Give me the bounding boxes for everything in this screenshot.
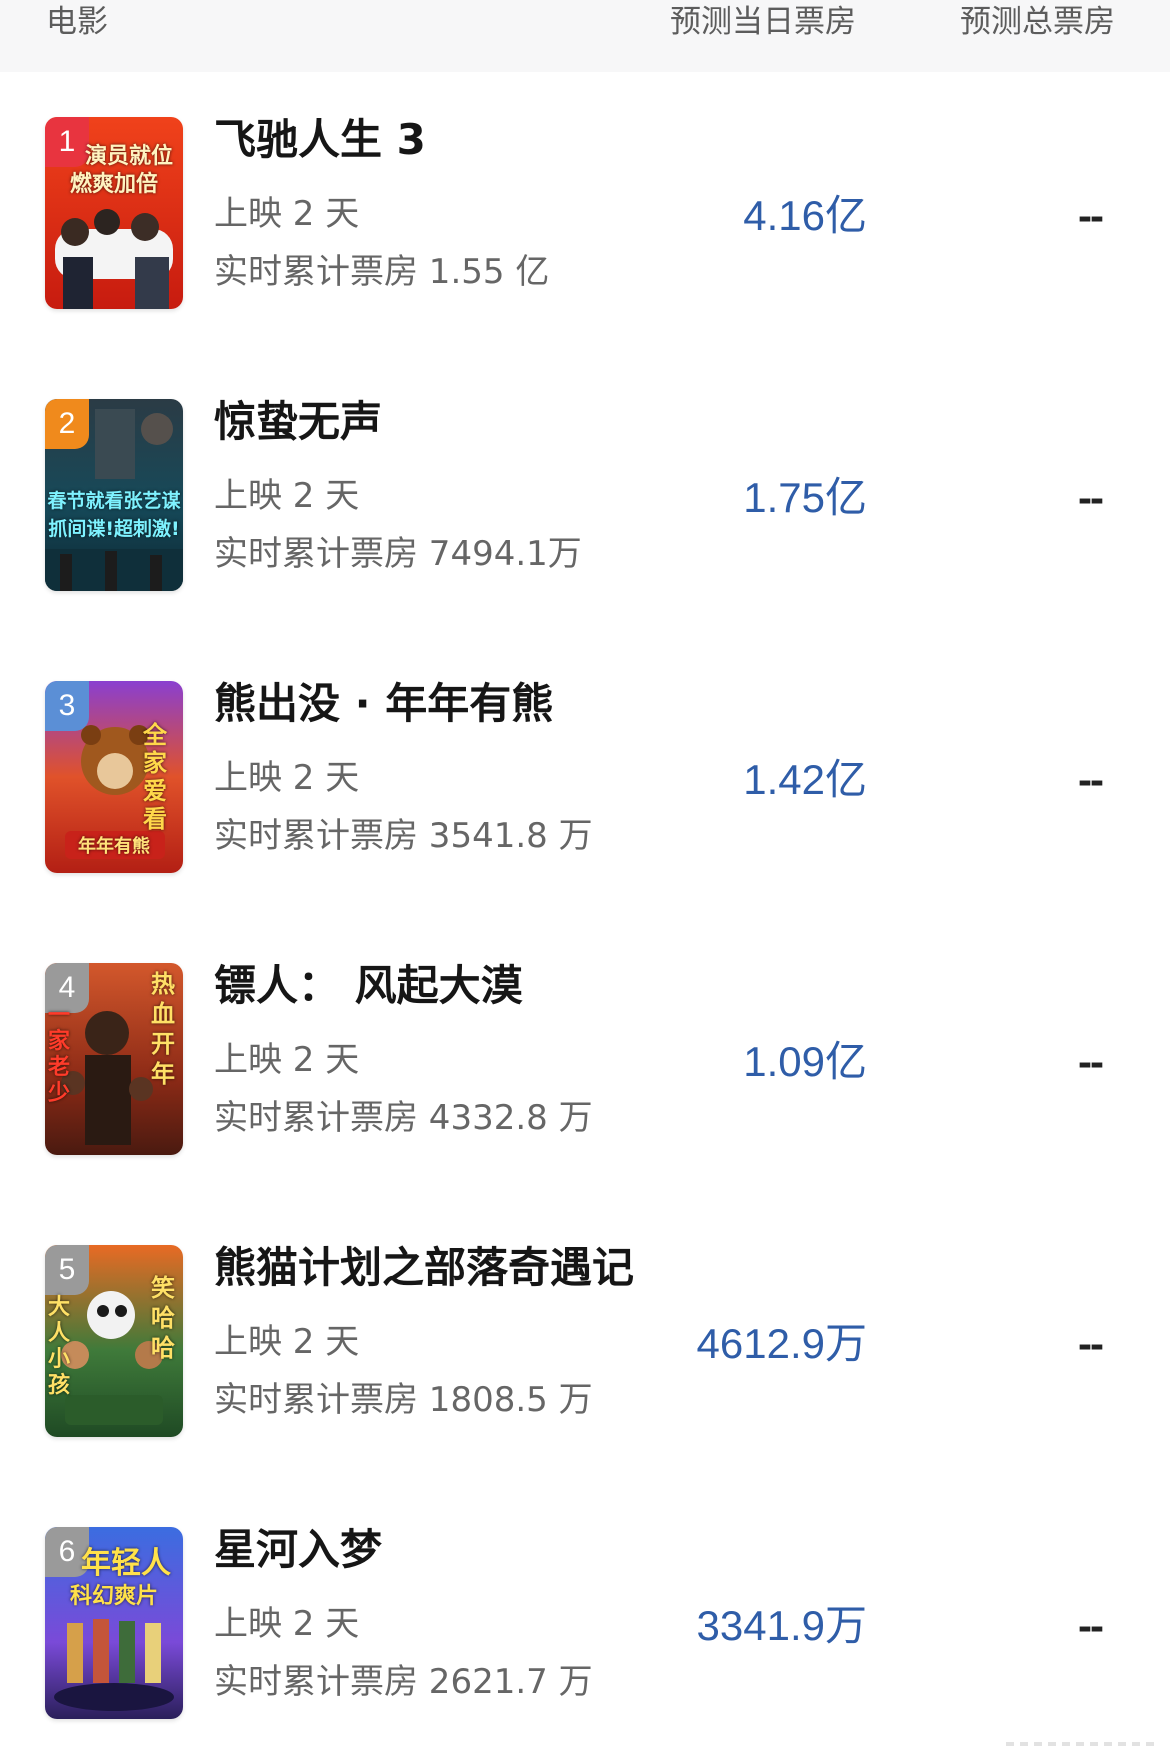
release-days: 上映 2 天	[214, 194, 360, 234]
rank-badge: 2	[45, 399, 89, 449]
cumulative-box-office: 实时累计票房 7494.1万	[214, 534, 582, 574]
table-header: 电影 预测当日票房 预测总票房	[0, 0, 1170, 72]
release-days: 上映 2 天	[214, 1604, 360, 1644]
today-forecast-value: 4612.9万	[696, 1320, 867, 1367]
release-days: 上映 2 天	[214, 1040, 360, 1080]
total-forecast-value: --	[1078, 1038, 1104, 1085]
release-days: 上映 2 天	[214, 476, 360, 516]
release-days: 上映 2 天	[214, 758, 360, 798]
today-forecast-value: 1.42亿	[743, 756, 867, 803]
rank-number: 2	[58, 407, 76, 440]
movie-row[interactable]: 4 热血开年 一家老少 镖人： 风起大漠 上映 2 天 实时累计票房 4332.…	[0, 918, 1170, 1200]
poster-tagline: 年年有熊	[78, 836, 150, 857]
today-forecast-value: 4.16亿	[743, 192, 867, 239]
column-header-total-forecast[interactable]: 预测总票房	[960, 0, 1115, 44]
rank-badge: 5	[45, 1245, 89, 1295]
release-days: 上映 2 天	[214, 1322, 360, 1362]
movie-title[interactable]: 飞驰人生 3	[214, 112, 426, 168]
total-forecast-value: --	[1078, 1320, 1104, 1367]
today-forecast-value: 3341.9万	[696, 1602, 867, 1649]
poster-tagline: 科幻爽片	[69, 1584, 158, 1609]
rank-number: 4	[58, 971, 76, 1004]
movie-row[interactable]: 2 春节就看张艺谋 抓间谍!超刺激! 惊蛰无声 上映 2 天 实时累计票房 74…	[0, 354, 1170, 636]
movie-title[interactable]: 星河入梦	[214, 1522, 382, 1578]
movie-poster[interactable]: 6 年轻人 科幻爽片	[45, 1527, 183, 1719]
movie-poster[interactable]: 4 热血开年 一家老少	[45, 963, 183, 1155]
poster-tagline: 笑哈哈	[151, 1274, 175, 1362]
movie-poster[interactable]: 2 春节就看张艺谋 抓间谍!超刺激!	[45, 399, 183, 591]
cumulative-box-office: 实时累计票房 1808.5 万	[214, 1380, 593, 1420]
movie-row[interactable]: 1 演员就位 燃爽加倍 飞驰人生 3 上映 2 天 实时累计票房 1.55 亿 …	[0, 72, 1170, 354]
poster-tagline: 燃爽加倍	[69, 172, 158, 197]
today-forecast-value: 1.09亿	[743, 1038, 867, 1085]
movie-title[interactable]: 熊出没 · 年年有熊	[214, 676, 553, 732]
poster-tagline: 大人小孩	[47, 1295, 70, 1398]
total-forecast-value: --	[1078, 192, 1104, 239]
movie-row[interactable]: 3 全家爱看 年年有熊 熊出没 · 年年有熊 上映 2 天 实时累计票房 354…	[0, 636, 1170, 918]
rank-number: 5	[58, 1253, 76, 1286]
watermark	[1006, 1742, 1156, 1746]
cumulative-box-office: 实时累计票房 2621.7 万	[214, 1662, 593, 1702]
movie-title[interactable]: 镖人： 风起大漠	[214, 958, 523, 1014]
movie-title[interactable]: 熊猫计划之部落奇遇记	[214, 1240, 634, 1296]
poster-tagline: 演员就位	[84, 144, 173, 169]
movie-poster[interactable]: 1 演员就位 燃爽加倍	[45, 117, 183, 309]
movie-row[interactable]: 6 年轻人 科幻爽片 星河入梦 上映 2 天 实时累计票房 2621.7 万 3…	[0, 1482, 1170, 1764]
today-forecast-value: 1.75亿	[743, 474, 867, 521]
rank-badge: 3	[45, 681, 89, 731]
poster-tagline: 抓间谍!超刺激!	[48, 518, 180, 540]
total-forecast-value: --	[1078, 1602, 1104, 1649]
movie-title[interactable]: 惊蛰无声	[214, 394, 382, 450]
movie-poster[interactable]: 3 全家爱看 年年有熊	[45, 681, 183, 873]
poster-tagline: 热血开年	[151, 970, 175, 1088]
cumulative-box-office: 实时累计票房 4332.8 万	[214, 1098, 593, 1138]
rank-number: 3	[58, 689, 76, 722]
poster-tagline: 年轻人	[81, 1546, 171, 1581]
total-forecast-value: --	[1078, 474, 1104, 521]
cumulative-box-office: 实时累计票房 3541.8 万	[214, 816, 593, 856]
poster-tagline: 一家老少	[47, 1003, 70, 1106]
column-header-today-forecast[interactable]: 预测当日票房	[670, 0, 856, 44]
column-header-movie: 电影	[46, 4, 108, 40]
cumulative-box-office: 实时累计票房 1.55 亿	[214, 252, 550, 292]
movie-row[interactable]: 5 笑哈哈 大人小孩 熊猫计划之部落奇遇记 上映 2 天 实时累计票房 1808…	[0, 1200, 1170, 1482]
movie-poster[interactable]: 5 笑哈哈 大人小孩	[45, 1245, 183, 1437]
poster-tagline: 全家爱看	[143, 721, 167, 833]
total-forecast-value: --	[1078, 756, 1104, 803]
poster-tagline: 春节就看张艺谋	[47, 490, 181, 512]
